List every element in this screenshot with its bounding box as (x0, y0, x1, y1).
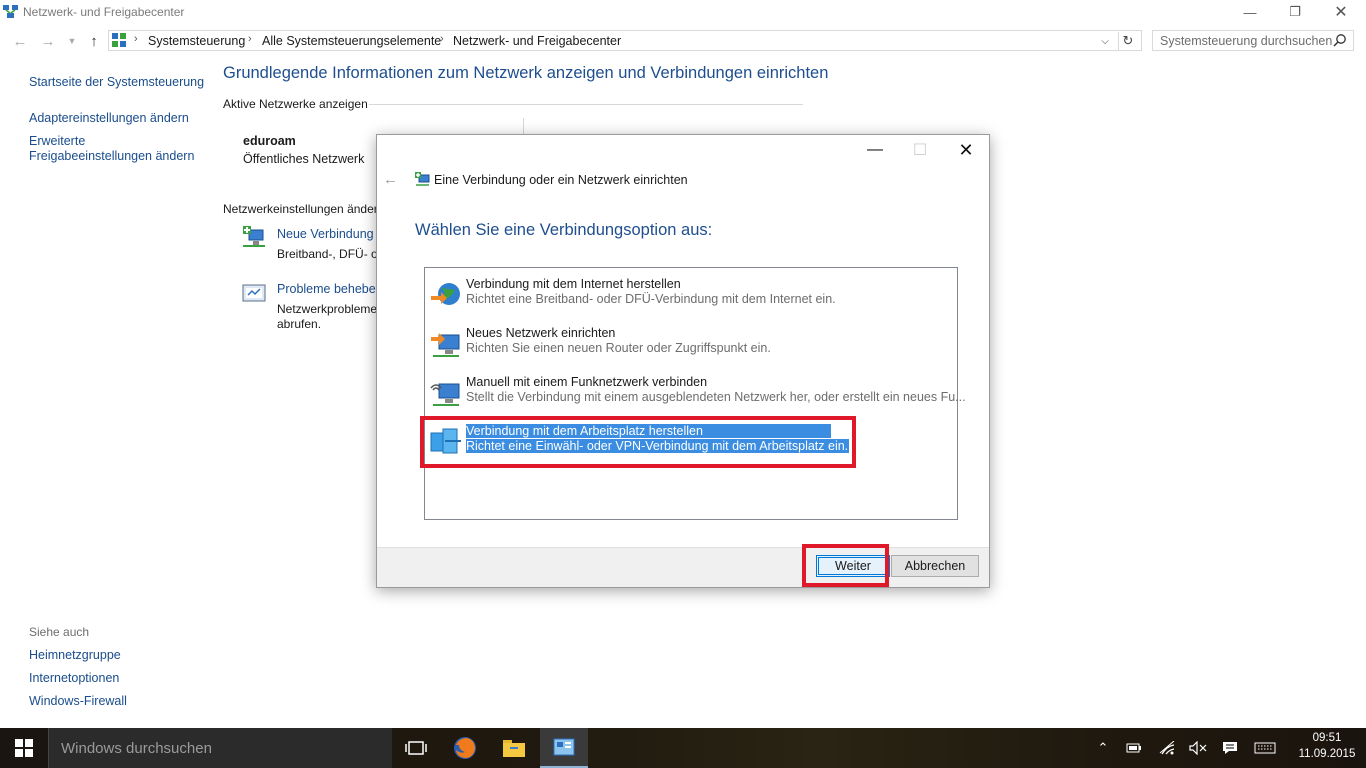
keyboard-icon[interactable] (1252, 728, 1278, 768)
highlight-box (420, 416, 856, 468)
taskbar-firefox[interactable] (441, 728, 489, 768)
dialog-close-button[interactable]: ✕ (943, 135, 989, 165)
taskbar-search-placeholder: Windows durchsuchen (61, 740, 212, 757)
option-desc: Richtet eine Breitband- oder DFÜ-Verbind… (466, 292, 836, 306)
highlight-box (802, 544, 889, 587)
clock-date[interactable]: 11.09.2015 (1293, 748, 1361, 760)
refresh-icon[interactable]: ↻ (1118, 32, 1137, 50)
option-title: Verbindung mit dem Internet herstellen (466, 277, 681, 291)
router-icon (431, 333, 460, 357)
taskbar-control-panel[interactable] (540, 728, 588, 768)
globe-icon (431, 283, 460, 305)
left-link-home[interactable]: Startseite der Systemsteuerung (29, 75, 204, 90)
title-bar: Netzwerk- und Freigabecenter — ❐ ✕ (0, 0, 1366, 24)
forward-button[interactable]: → (38, 31, 58, 51)
task-view-icon (405, 741, 427, 755)
dialog-minimize-button[interactable]: — (852, 135, 898, 165)
option-desc: Stellt die Verbindung mit einem ausgeble… (466, 390, 966, 404)
volume-muted-icon[interactable] (1184, 728, 1212, 768)
battery-icon[interactable] (1120, 728, 1148, 768)
breadcrumb-network-center[interactable]: Netzwerk- und Freigabecenter (453, 34, 621, 48)
connection-options-list[interactable]: Verbindung mit dem Internet herstellen R… (424, 267, 966, 520)
dialog-title: Eine Verbindung oder ein Netzwerk einric… (434, 173, 688, 187)
option-title: Manuell mit einem Funknetzwerk verbinden (466, 375, 708, 389)
windows-logo-icon (15, 739, 33, 757)
left-link-adapter[interactable]: Adaptereinstellungen ändern (29, 111, 189, 126)
firefox-icon (454, 737, 476, 759)
chevron-down-icon[interactable]: ⌵ (1097, 32, 1113, 50)
wireless-icon (430, 383, 460, 406)
network-center-icon (3, 5, 18, 18)
left-link-advanced-sharing[interactable]: Erweiterte Freigabeeinstellungen ändern (29, 134, 194, 164)
wifi-icon[interactable] (1153, 728, 1181, 768)
left-link-advanced-line1: Erweiterte (29, 134, 86, 148)
option-wireless-manual[interactable]: Manuell mit einem Funknetzwerk verbinden… (429, 370, 966, 416)
new-connection-desc: Breitband-, DFÜ- o (277, 247, 378, 261)
folder-icon (503, 740, 525, 757)
restore-button[interactable]: ❐ (1272, 0, 1318, 24)
close-button[interactable]: ✕ (1318, 0, 1364, 24)
new-connection-link[interactable]: Neue Verbindung o (277, 227, 384, 241)
start-button[interactable] (0, 728, 48, 768)
active-networks-label: Aktive Netzwerke anzeigen (223, 97, 368, 111)
see-also-heading: Siehe auch (29, 625, 90, 639)
clock-time[interactable]: 09:51 (1304, 732, 1350, 744)
search-placeholder: Systemsteuerung durchsuchen (1160, 34, 1333, 48)
divider (369, 104, 803, 105)
taskbar-search[interactable]: Windows durchsuchen (48, 728, 392, 768)
chevron-up-icon[interactable]: ⌃ (1089, 728, 1117, 768)
dialog-maximize-button: ☐ (912, 142, 928, 159)
address-bar[interactable]: › Systemsteuerung › Alle Systemsteuerung… (108, 30, 1142, 51)
option-new-network[interactable]: Neues Netzwerk einrichten Richten Sie ei… (429, 321, 949, 367)
option-desc: Richten Sie einen neuen Router oder Zugr… (466, 341, 771, 355)
network-type: Öffentliches Netzwerk (243, 152, 365, 166)
task-view-button[interactable] (392, 728, 440, 768)
left-link-homegroup[interactable]: Heimnetzgruppe (29, 648, 121, 663)
troubleshoot-link[interactable]: Probleme beheben (277, 282, 383, 296)
search-icon[interactable] (1333, 33, 1347, 47)
control-panel-icon (553, 738, 575, 756)
breadcrumb-systemsteuerung[interactable]: Systemsteuerung (148, 34, 245, 48)
minimize-button[interactable]: — (1227, 0, 1273, 24)
setup-connection-dialog: — ☐ ✕ ← Eine Verbindung oder ein Netzwer… (376, 134, 990, 588)
option-internet[interactable]: Verbindung mit dem Internet herstellen R… (429, 272, 949, 318)
troubleshoot-desc: Netzwerkprobleme (277, 302, 378, 316)
up-button[interactable]: ↑ (84, 31, 104, 51)
window-title: Netzwerk- und Freigabecenter (23, 5, 185, 19)
page-title: Grundlegende Informationen zum Netzwerk … (223, 64, 829, 82)
recent-locations-button[interactable]: ▼ (62, 31, 82, 51)
settings-label: Netzwerkeinstellungen änder (223, 202, 378, 216)
option-title: Neues Netzwerk einrichten (466, 326, 616, 340)
network-setup-icon (415, 172, 430, 186)
left-link-firewall[interactable]: Windows-Firewall (29, 694, 127, 709)
search-input[interactable]: Systemsteuerung durchsuchen (1152, 30, 1354, 51)
taskbar: Windows durchsuchen ⌃ 09:51 11.09.2015 (0, 728, 1366, 768)
dialog-heading: Wählen Sie eine Verbindungsoption aus: (415, 221, 713, 239)
chevron-right-icon: › (134, 33, 138, 45)
left-link-advanced-line2: Freigabeeinstellungen ändern (29, 149, 195, 163)
chevron-right-icon: › (440, 33, 444, 45)
network-name: eduroam (243, 134, 296, 148)
chevron-right-icon: › (248, 33, 252, 45)
left-link-internet-options[interactable]: Internetoptionen (29, 671, 119, 686)
cancel-button[interactable]: Abbrechen (891, 555, 979, 577)
control-panel-icon (112, 33, 126, 47)
taskbar-explorer[interactable] (490, 728, 538, 768)
new-connection-icon (243, 226, 265, 247)
dialog-back-button[interactable]: ← (383, 171, 398, 188)
breadcrumb-all-items[interactable]: Alle Systemsteuerungselemente (262, 34, 441, 48)
troubleshoot-icon (242, 284, 266, 302)
back-button[interactable]: ← (10, 31, 30, 51)
notification-icon[interactable] (1216, 728, 1244, 768)
troubleshoot-desc: abrufen. (277, 317, 322, 331)
